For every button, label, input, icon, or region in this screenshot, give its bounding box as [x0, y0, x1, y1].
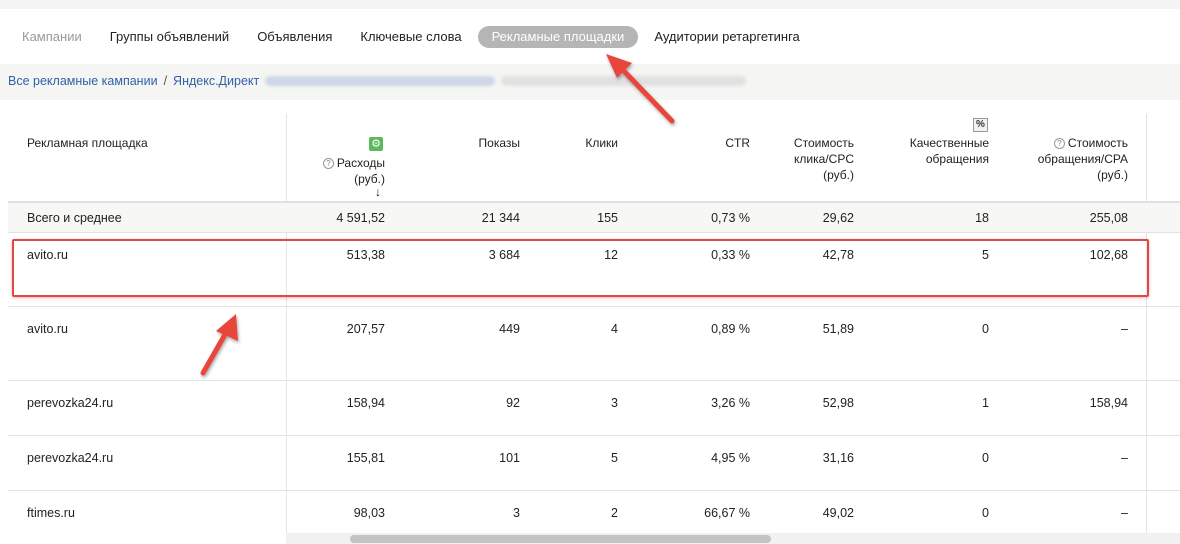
- cell-cpa: –: [1121, 322, 1128, 336]
- cell-cpc: 51,89: [822, 322, 854, 336]
- total-cpa: 255,08: [1089, 211, 1128, 225]
- cell-spend: 158,94: [346, 396, 385, 410]
- tab-ad-groups[interactable]: Группы объявлений: [96, 26, 243, 48]
- cell-quality: 0: [982, 506, 989, 520]
- cell-cpa: –: [1121, 451, 1128, 465]
- table-row[interactable]: perevozka24.ru 155,81 101 5 4,95 % 31,16…: [8, 435, 1180, 490]
- gear-icon[interactable]: ⚙: [369, 137, 383, 151]
- cell-ctr: 66,67 %: [704, 506, 750, 520]
- total-ctr: 0,73 %: [711, 211, 750, 225]
- placement-name[interactable]: ftimes.ru: [27, 506, 75, 520]
- cell-clicks: 5: [611, 451, 618, 465]
- question-icon[interactable]: ?: [1053, 138, 1065, 149]
- header-cpc[interactable]: Стоимость клика/CPC (руб.): [758, 135, 854, 183]
- percent-icon[interactable]: %: [973, 118, 988, 132]
- table-row[interactable]: avito.ru 207,57 449 4 0,89 % 51,89 0 –: [8, 306, 1180, 380]
- sort-desc-icon[interactable]: ↓: [375, 186, 381, 198]
- cell-spend: 513,38: [346, 248, 385, 262]
- tab-bar: Кампании Группы объявлений Объявления Кл…: [8, 25, 814, 49]
- total-cpc: 29,62: [822, 211, 854, 225]
- cell-clicks: 2: [611, 506, 618, 520]
- cell-cpa: –: [1121, 506, 1128, 520]
- top-strip: [0, 0, 1180, 9]
- total-label: Всего и среднее: [27, 211, 122, 225]
- tab-campaigns[interactable]: Кампании: [8, 26, 96, 48]
- cell-shows: 449: [499, 322, 520, 336]
- cell-ctr: 3,26 %: [711, 396, 750, 410]
- total-clicks: 155: [597, 211, 618, 225]
- header-clicks[interactable]: Клики: [528, 135, 618, 151]
- table-row[interactable]: avito.ru 513,38 3 684 12 0,33 % 42,78 5 …: [8, 232, 1180, 306]
- cell-ctr: 0,33 %: [711, 248, 750, 262]
- cell-shows: 101: [499, 451, 520, 465]
- breadcrumb-all-campaigns[interactable]: Все рекламные кампании: [8, 74, 158, 88]
- breadcrumb-separator: /: [163, 74, 168, 88]
- total-row: Всего и среднее 4 591,52 21 344 155 0,73…: [8, 201, 1180, 232]
- cell-cpa: 158,94: [1089, 396, 1128, 410]
- redacted-campaign-name: [265, 76, 496, 86]
- horizontal-scrollbar-thumb[interactable]: [350, 535, 771, 543]
- cell-ctr: 0,89 %: [711, 322, 750, 336]
- tab-ads[interactable]: Объявления: [243, 26, 346, 48]
- cell-cpc: 42,78: [822, 248, 854, 262]
- cell-quality: 1: [982, 396, 989, 410]
- header-quality[interactable]: Качественные обращения: [868, 135, 989, 167]
- table-row[interactable]: perevozka24.ru 158,94 92 3 3,26 % 52,98 …: [8, 380, 1180, 435]
- cell-clicks: 4: [611, 322, 618, 336]
- placement-name[interactable]: avito.ru: [27, 248, 68, 262]
- redacted-campaign-details: [501, 76, 747, 86]
- placement-name[interactable]: perevozka24.ru: [27, 451, 113, 465]
- cell-spend: 155,81: [346, 451, 385, 465]
- cell-ctr: 4,95 %: [711, 451, 750, 465]
- cell-clicks: 3: [611, 396, 618, 410]
- placement-name[interactable]: avito.ru: [27, 322, 68, 336]
- cell-spend: 98,03: [353, 506, 385, 520]
- placement-name[interactable]: perevozka24.ru: [27, 396, 113, 410]
- cell-quality: 5: [982, 248, 989, 262]
- header-spend[interactable]: ? Расходы (руб.): [298, 155, 385, 187]
- total-shows: 21 344: [481, 211, 520, 225]
- cell-shows: 3 684: [488, 248, 520, 262]
- cell-cpc: 31,16: [822, 451, 854, 465]
- header-shows[interactable]: Показы: [428, 135, 520, 151]
- cell-shows: 92: [506, 396, 520, 410]
- total-spend: 4 591,52: [336, 211, 385, 225]
- tab-keywords[interactable]: Ключевые слова: [346, 26, 475, 48]
- tab-retargeting-audiences[interactable]: Аудитории ретаргетинга: [640, 26, 813, 48]
- cell-shows: 3: [513, 506, 520, 520]
- cell-cpa: 102,68: [1089, 248, 1128, 262]
- header-cpa[interactable]: ? Стоимость обращения/CPA (руб.): [1008, 135, 1128, 183]
- cell-quality: 0: [982, 451, 989, 465]
- cell-spend: 207,57: [346, 322, 385, 336]
- cell-cpc: 49,02: [822, 506, 854, 520]
- question-icon[interactable]: ?: [322, 158, 334, 169]
- cell-quality: 0: [982, 322, 989, 336]
- placements-table: Рекламная площадка ⚙ ? Расходы (руб.) ↓ П…: [8, 114, 1180, 544]
- header-placement[interactable]: Рекламная площадка: [27, 135, 148, 151]
- breadcrumb: Все рекламные кампании / Яндекс.Директ: [8, 74, 747, 88]
- total-quality: 18: [975, 211, 989, 225]
- header-ctr[interactable]: CTR: [668, 135, 750, 151]
- cell-clicks: 12: [604, 248, 618, 262]
- tab-ad-placements[interactable]: Рекламные площадки: [477, 26, 639, 48]
- breadcrumb-platform[interactable]: Яндекс.Директ: [173, 74, 259, 88]
- cell-cpc: 52,98: [822, 396, 854, 410]
